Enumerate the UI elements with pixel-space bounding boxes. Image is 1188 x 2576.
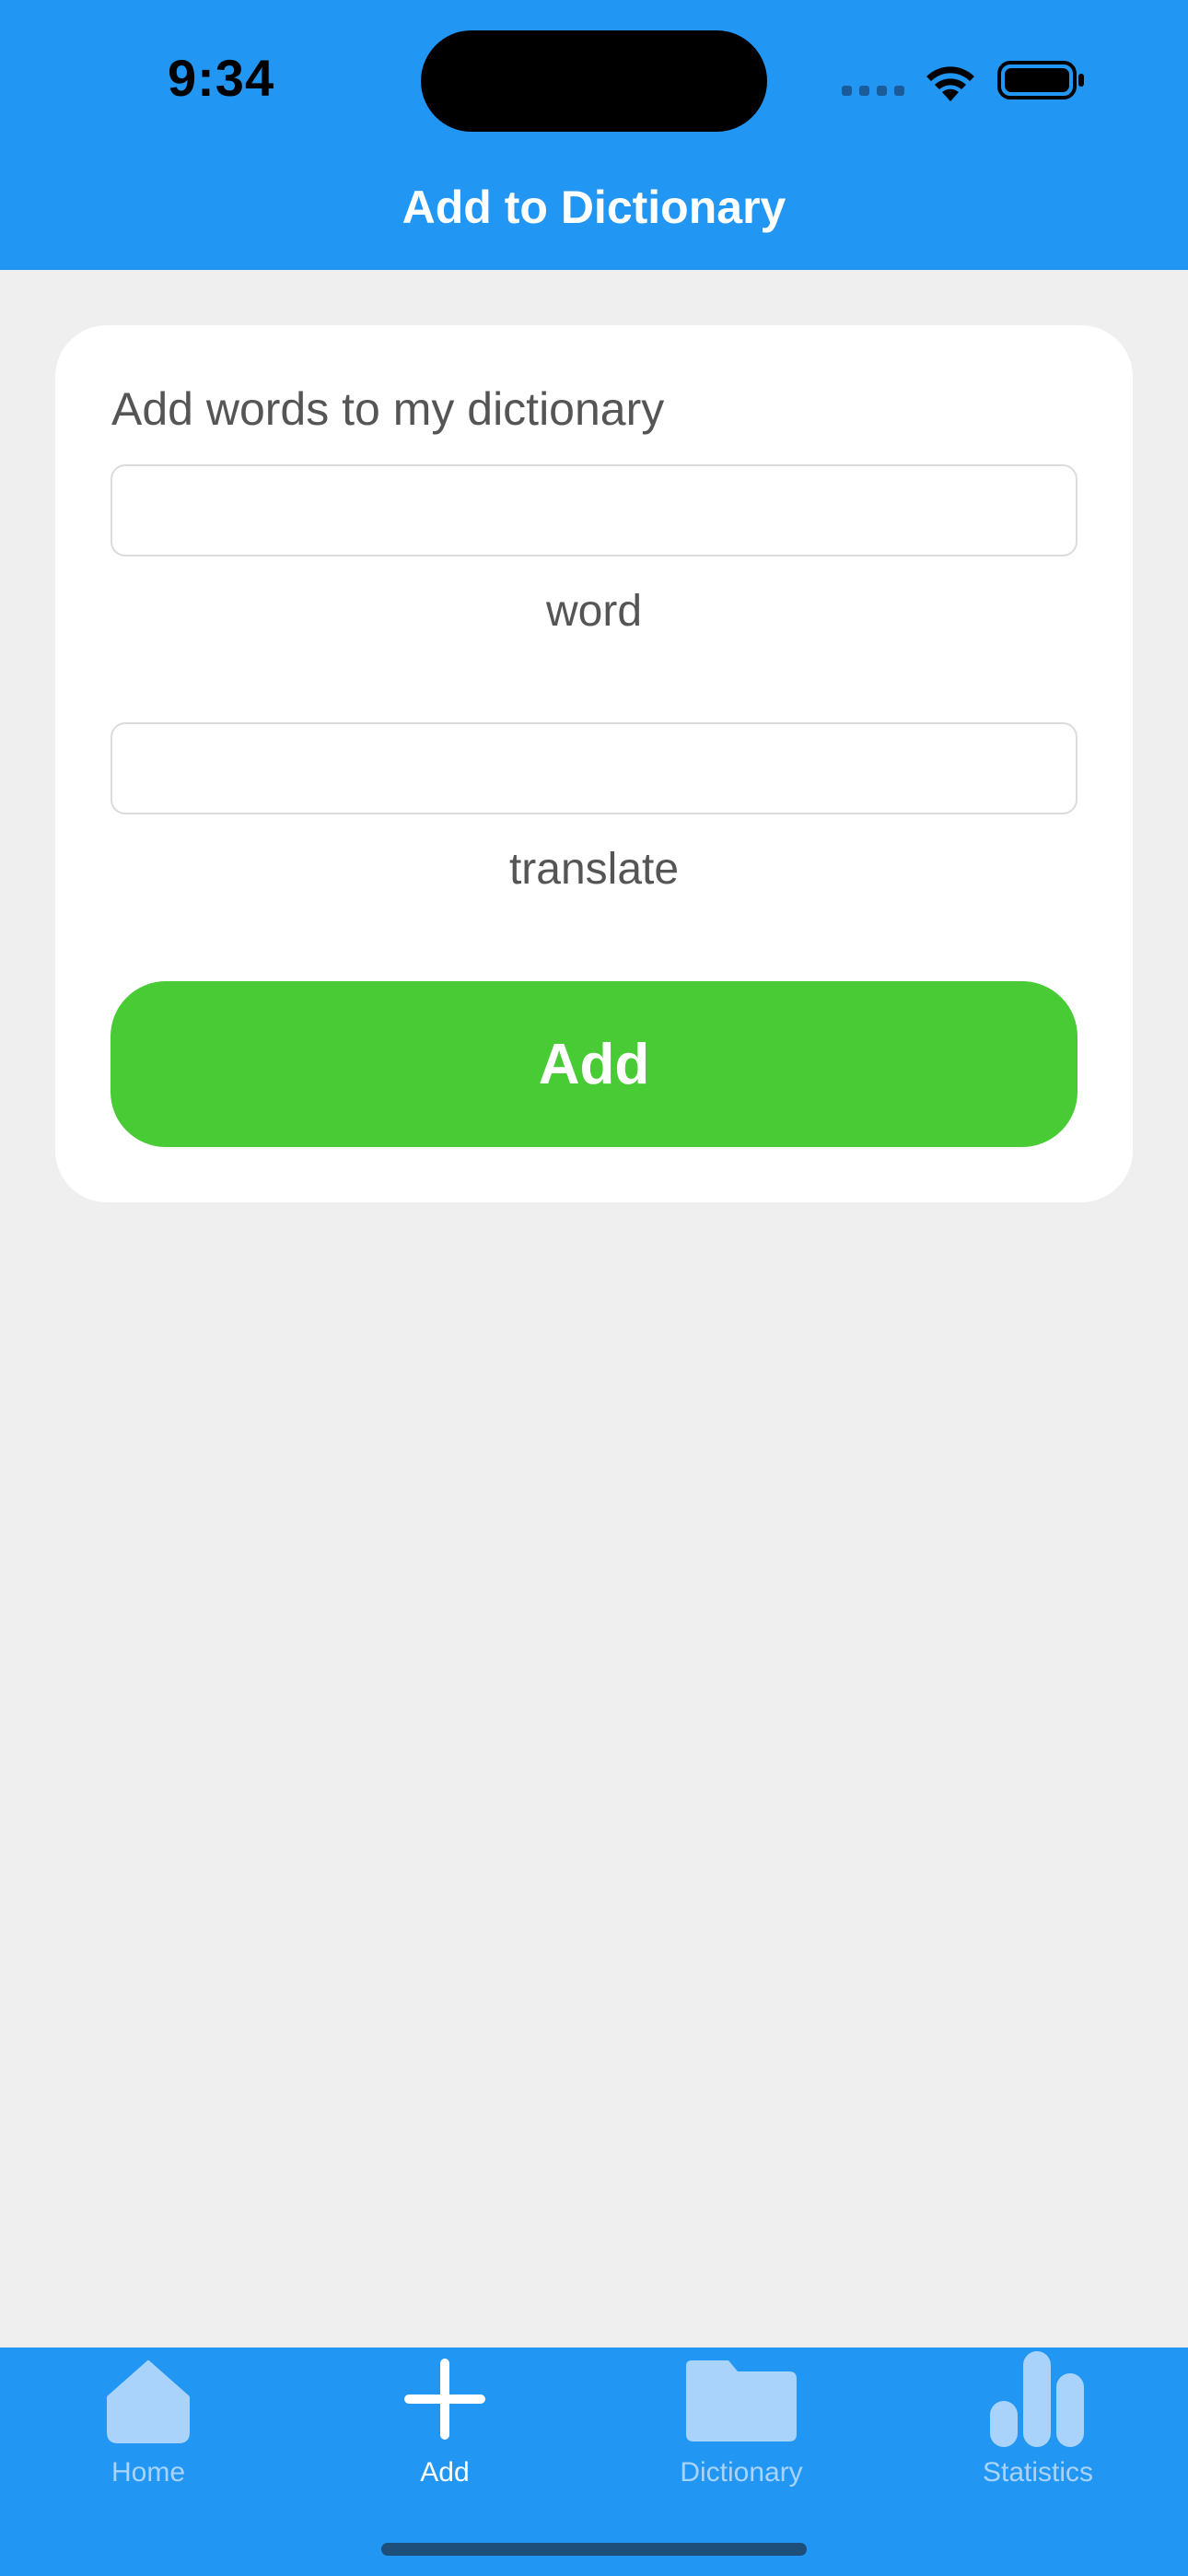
tab-dictionary[interactable]: Dictionary — [593, 2348, 890, 2488]
folder-icon — [686, 2360, 797, 2441]
tab-add-label: Add — [420, 2457, 470, 2488]
page-title: Add to Dictionary — [402, 181, 786, 233]
dynamic-island — [421, 30, 767, 132]
tab-statistics-label: Statistics — [982, 2457, 1094, 2488]
add-word-card: Add words to my dictionary word translat… — [55, 325, 1133, 1202]
app-header: 9:34 Add to Dictionary — [0, 0, 1188, 270]
word-input[interactable] — [111, 464, 1077, 556]
tab-add[interactable]: Add — [297, 2348, 593, 2488]
tab-home[interactable]: Home — [0, 2348, 297, 2488]
translate-label: translate — [508, 845, 680, 894]
translate-input[interactable] — [111, 722, 1077, 814]
tab-home-label: Home — [111, 2457, 186, 2488]
bar-chart-icon — [990, 2351, 1084, 2447]
word-label: word — [545, 587, 643, 636]
home-icon — [107, 2360, 190, 2443]
tab-dictionary-label: Dictionary — [680, 2457, 803, 2488]
status-time: 9:34 — [168, 49, 275, 107]
home-indicator — [381, 2543, 807, 2556]
plus-icon — [404, 2359, 485, 2440]
form-title: Add words to my dictionary — [111, 383, 665, 435]
tab-bar: Home Add Dictionary Statistics — [0, 2348, 1188, 2576]
add-button[interactable]: Add — [111, 981, 1077, 1147]
tab-statistics[interactable]: Statistics — [890, 2348, 1186, 2488]
wifi-icon — [926, 66, 974, 101]
battery-icon — [997, 61, 1084, 100]
cellular-signal-icon — [842, 86, 904, 97]
